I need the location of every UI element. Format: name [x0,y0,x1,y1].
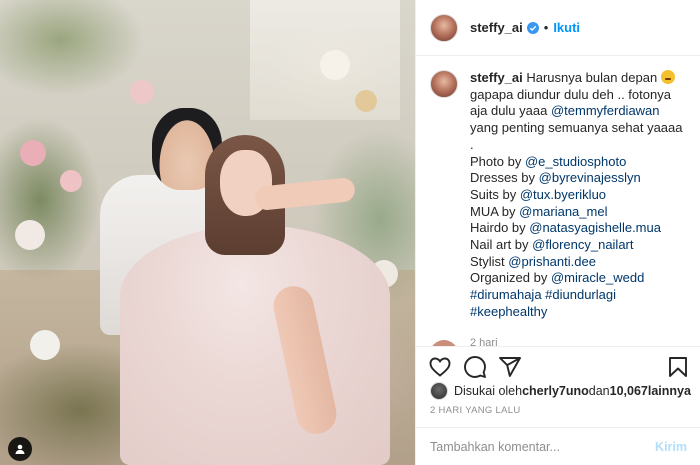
heart-icon [429,357,451,377]
save-button[interactable] [666,355,690,379]
photo-flower [30,330,60,360]
caption-body: steffy_ai Harusnya bulan depan gapapa di… [470,70,687,346]
hashtags[interactable]: #keephealthy [470,304,687,321]
credit-line: Stylist @prishanti.dee [470,254,687,271]
credit-mention[interactable]: @florency_nailart [532,237,633,252]
photo-flower [320,50,350,80]
credit-label: Suits by [470,186,520,202]
credit-line: Hairdo by @natasyagishelle.mua [470,220,687,237]
post-timestamp[interactable]: 2 HARI YANG LALU [430,405,521,416]
caption-text: Harusnya bulan depan [522,70,661,85]
credit-label: Organized by [470,270,551,286]
credit-line: MUA by @mariana_mel [470,204,687,221]
photo-dress [120,225,390,465]
liker-username[interactable]: cherly7uno [522,384,589,398]
credit-mention[interactable]: @e_studiosphoto [525,154,626,169]
comment-button[interactable] [463,355,487,379]
liker-avatar[interactable] [430,382,448,400]
send-comment-button[interactable]: Kirim [655,440,687,454]
share-button[interactable] [498,355,522,379]
comment-input[interactable] [430,439,656,454]
post-sidebar: steffy_ai • Ikuti steffy_ai Harusnya bul… [415,0,700,465]
credit-label: Nail art by [470,237,533,253]
header-username[interactable]: steffy_ai [470,20,523,35]
hashtags[interactable]: #dirumahaja #diundurlagi [470,287,687,304]
share-icon [499,357,521,377]
credit-line: Nail art by @florency_nailart [470,237,687,254]
credit-label: MUA by [470,203,520,219]
credit-line: Suits by @tux.byerikluo [470,187,687,204]
credit-mention[interactable]: @byrevinajesslyn [539,170,641,185]
photo-flower [20,140,46,166]
credit-label: Stylist [470,253,509,269]
header-separator: • [543,20,549,35]
photo-flower [355,90,377,112]
caption-mention[interactable]: @temmyferdiawan [551,103,660,118]
comment-icon [464,356,486,378]
instagram-post: steffy_ai • Ikuti steffy_ai Harusnya bul… [0,0,700,465]
caption-text: yang penting semuanya sehat yaaaa [470,120,683,136]
credit-line: Dresses by @byrevinajesslyn [470,170,687,187]
avatar[interactable] [430,70,458,98]
post-photo[interactable] [0,0,415,465]
credit-mention[interactable]: @prishanti.dee [508,254,596,269]
user-icon [15,444,25,454]
verified-badge-icon [526,21,539,34]
caption: steffy_ai Harusnya bulan depan gapapa di… [430,70,687,346]
likes-count[interactable]: 10,067 [610,384,648,398]
like-button[interactable] [428,355,452,379]
post-header: steffy_ai • Ikuti [416,0,700,56]
action-bar [416,346,700,386]
photo-flower [60,170,82,192]
photo-flower [15,220,45,250]
credit-mention[interactable]: @miracle_wedd [551,270,644,285]
comments-area[interactable]: steffy_ai Harusnya bulan depan gapapa di… [416,56,700,346]
caption-username[interactable]: steffy_ai [470,70,523,85]
photo-flower [130,80,154,104]
avatar[interactable] [430,13,458,42]
credit-label: Hairdo by [470,220,530,236]
credit-line: Organized by @miracle_wedd [470,270,687,287]
bookmark-icon [669,357,687,377]
credit-mention[interactable]: @natasyagishelle.mua [529,220,661,235]
credit-label: Photo by [470,153,525,169]
credit-mention[interactable]: @tux.byerikluo [520,187,606,202]
credit-line: Photo by @e_studiosphoto [470,154,687,171]
caption-dot: . [470,136,474,152]
likes-suffix[interactable]: lainnya [648,384,691,398]
crying-face-emoji-icon [660,70,675,84]
likes-prefix: Disukai oleh [454,384,523,398]
credit-mention[interactable]: @mariana_mel [519,204,607,219]
likes-summary: Disukai oleh cherly7uno dan 10,067 lainn… [430,381,691,401]
tagged-user-icon[interactable] [8,437,32,461]
comment-box: Kirim [416,427,700,465]
follow-button[interactable]: Ikuti [553,20,580,35]
likes-middle: dan [588,384,610,398]
credit-label: Dresses by [470,170,539,186]
